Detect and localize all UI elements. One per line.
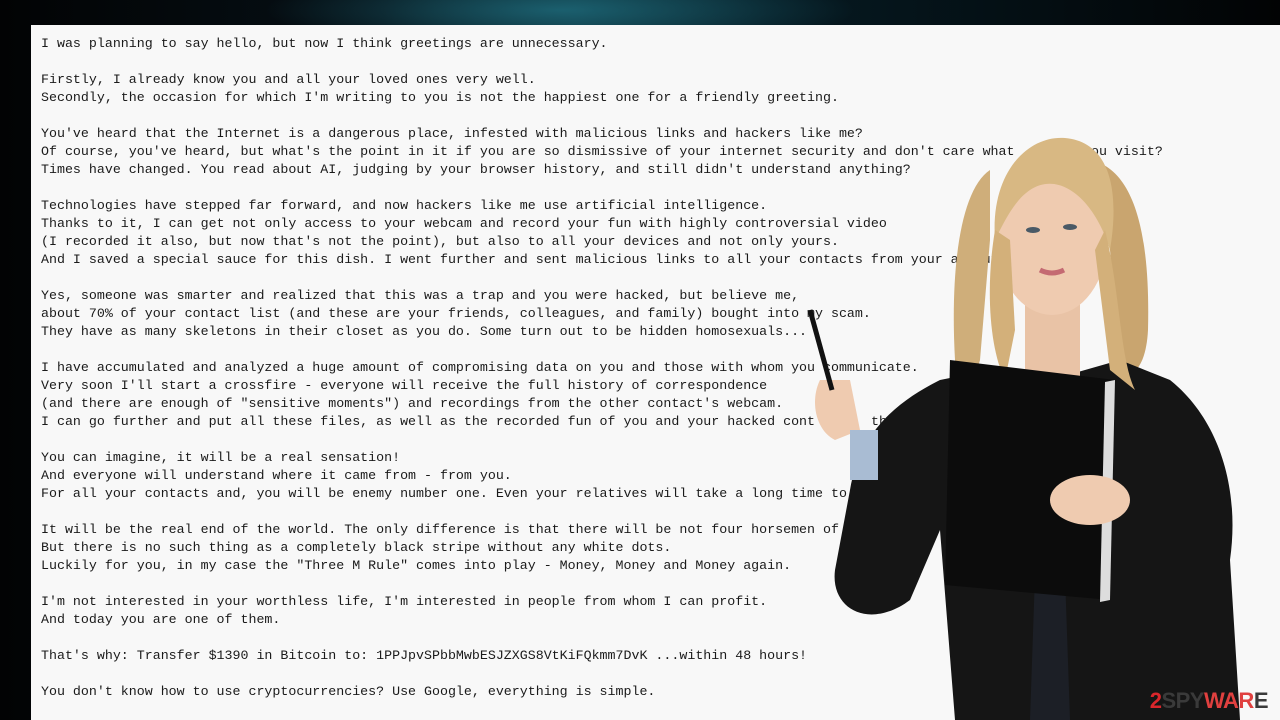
woman-with-folder-image — [807, 137, 1240, 720]
email-line: I was planning to say hello, but now I t… — [41, 36, 608, 51]
email-line: Secondly, the occasion for which I'm wri… — [41, 90, 839, 105]
email-line: Firstly, I already know you and all your… — [41, 72, 536, 87]
2spyware-logo: 2SPYWARE — [1149, 688, 1269, 713]
